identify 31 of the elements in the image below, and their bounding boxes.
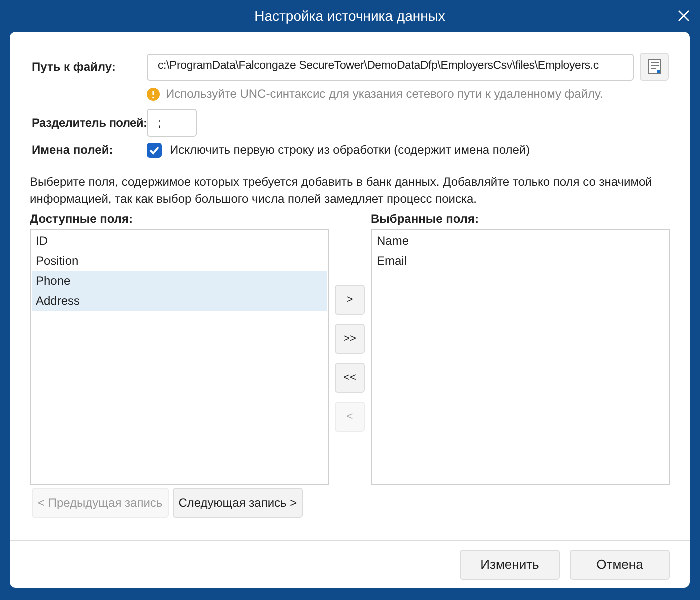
field-list[interactable]: ID Position Phone Address [30, 229, 329, 485]
warning-icon [147, 88, 160, 100]
record-button[interactable]: Следующая запись > [172, 488, 304, 518]
field-label: Разделитель полей: [31, 115, 145, 132]
list-item[interactable]: Phone [32, 271, 327, 291]
separator-field[interactable]: ; [147, 109, 197, 137]
checkbox[interactable] [147, 142, 162, 158]
window-title: Настройка источника данных [254, 6, 446, 26]
check-icon [149, 144, 160, 156]
list-item[interactable]: ID [32, 231, 327, 251]
list-item[interactable]: Address [32, 291, 327, 311]
list-item[interactable]: Email [373, 251, 668, 271]
list-heading: Выбранные поля: [371, 211, 480, 228]
move-button[interactable]: << [335, 363, 365, 393]
move-button[interactable]: > [335, 285, 365, 315]
field-list[interactable]: Name Email [371, 229, 670, 485]
close-icon[interactable] [678, 10, 690, 22]
move-button[interactable]: >> [335, 324, 365, 354]
path-field[interactable]: c:\ProgramData\Falcongaze SecureTower\DemoDataDfp\EmployersCsv\files\Employers.c [147, 54, 634, 80]
hint-text: Выберите поля, содержимое которых требуется добавить в банк данных. Добавляйте только поля со значимой информацией, так как выбор большого числа полей замедляет процесс поиска. [30, 174, 654, 208]
list-heading: Доступные поля: [30, 211, 134, 228]
warning-text: Используйте UNC-синтаксис для указания сетевого пути к удаленному файлу. [166, 86, 604, 103]
dialog-button[interactable]: Отмена [570, 550, 670, 580]
browse-button[interactable] [640, 53, 669, 81]
checkbox-label: Исключить первую строку из обработки (содержит имена полей) [170, 142, 530, 159]
list-item[interactable]: Name [373, 231, 668, 251]
dialog-button[interactable]: Изменить [460, 550, 560, 580]
field-label: Имена полей: [31, 142, 114, 159]
list-item[interactable]: Position [32, 251, 327, 271]
field-label: Путь к файлу: [31, 59, 117, 76]
document-icon [648, 59, 662, 75]
